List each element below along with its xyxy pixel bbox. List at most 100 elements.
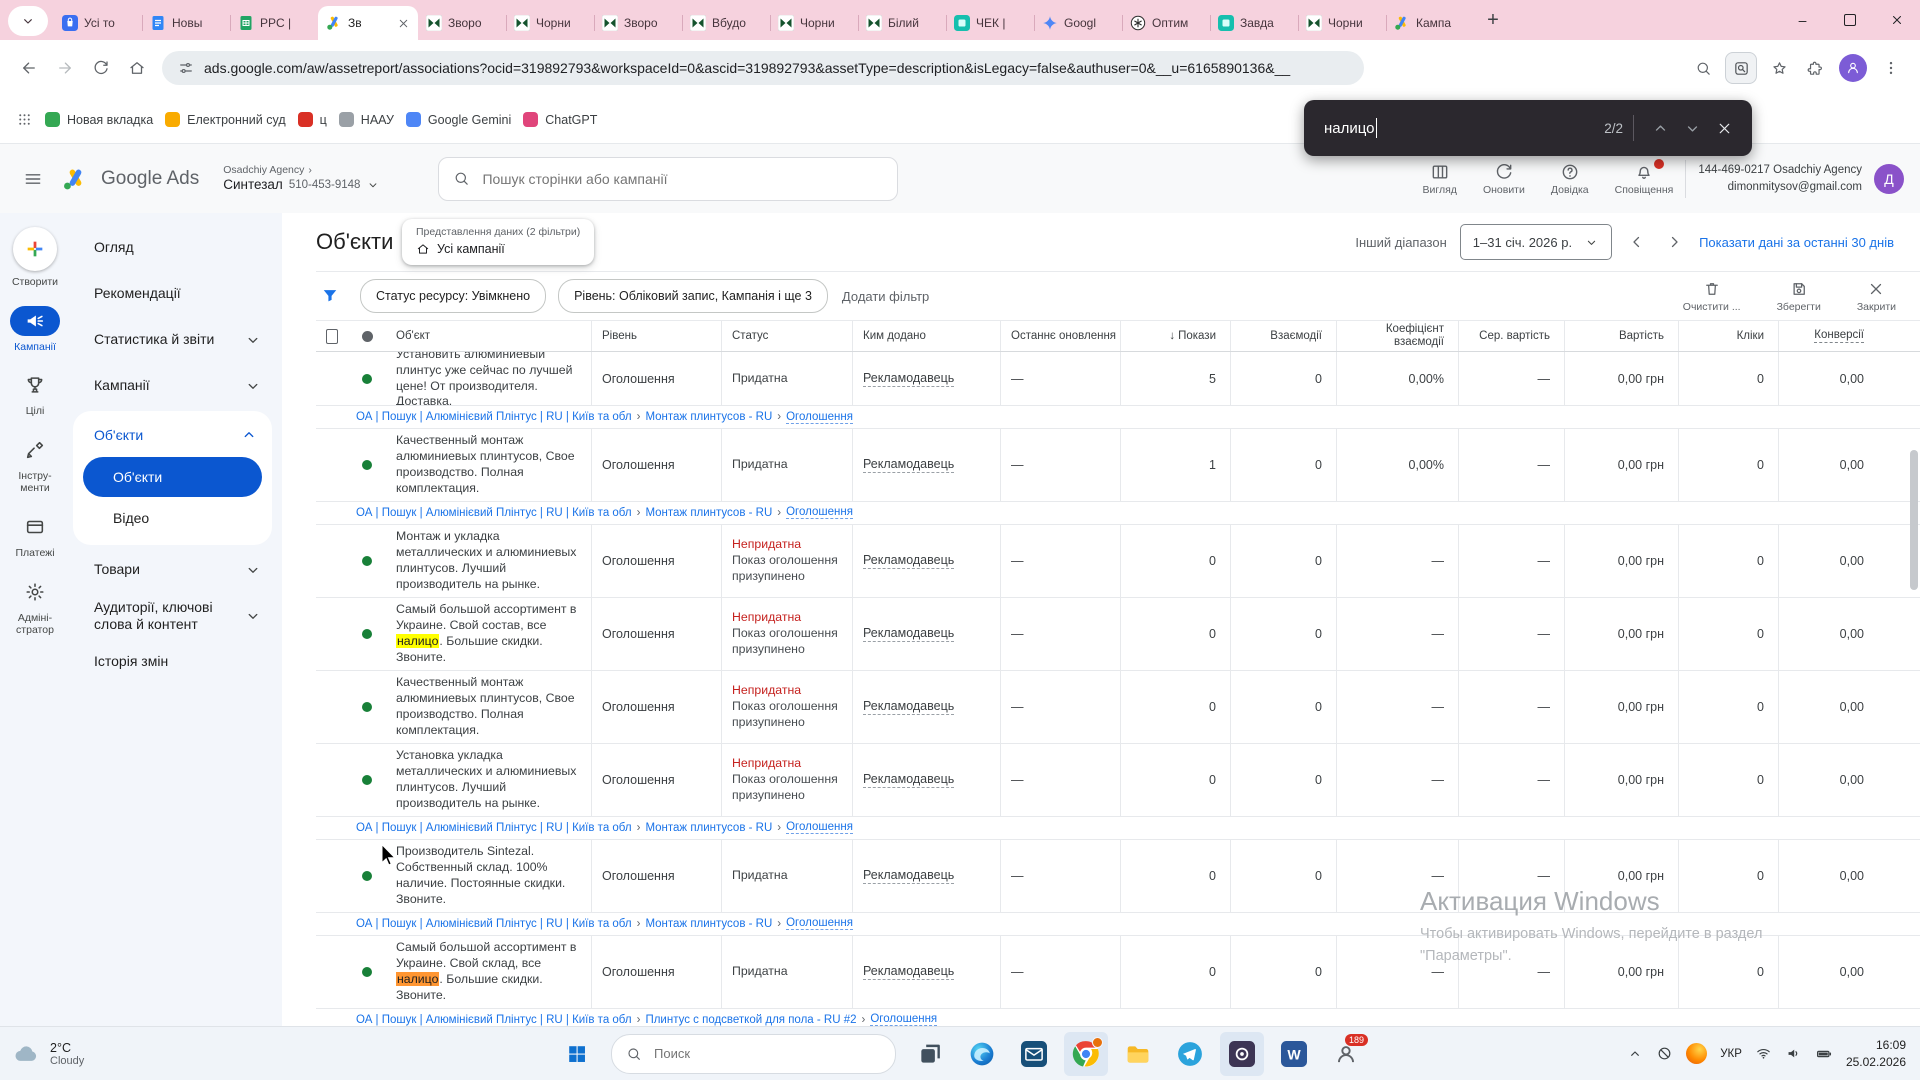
home-button[interactable] [120,51,154,85]
nav-subitem-selected[interactable]: Об'єкти [83,457,262,497]
col-conversions[interactable]: Конверсії [1778,321,1878,351]
browser-tab[interactable]: Googl [1034,6,1122,40]
breadcrumb-leaf-link[interactable]: Оголошення [786,411,853,424]
rail-item-card[interactable]: Платежі [10,512,60,560]
language-indicator[interactable]: УКР [1720,1048,1742,1060]
taskbar-app-capture[interactable] [1220,1032,1264,1076]
table-row[interactable]: Установить алюминиевый плинтус уже сейча… [316,352,1920,406]
tab-search-button[interactable] [8,6,48,36]
browser-menu-button[interactable] [1874,51,1908,85]
table-row[interactable]: Качественный монтаж алюминиевых плинтусо… [316,429,1920,502]
bookmark-item[interactable]: ц [298,112,327,127]
table-action-trash[interactable]: Очистити ... [1683,280,1741,313]
col-level[interactable]: Рівень [591,321,721,351]
taskbar-app-people[interactable]: 189 [1324,1032,1368,1076]
header-action-bell[interactable]: Сповіщення [1615,162,1674,196]
nav-item[interactable]: Статистика й звіти [70,317,282,363]
filter-chip[interactable]: Рівень: Обліковий запис, Кампанія і ще 3 [558,279,828,313]
lens-search-button[interactable] [1725,52,1757,84]
browser-tab[interactable]: Зворо [594,6,682,40]
select-all-checkbox[interactable] [326,329,338,344]
breadcrumb-campaign-link[interactable]: ОА | Пошук | Алюмінієвий Плінтус | RU | … [356,918,632,930]
table-action-save[interactable]: Зберегти [1777,280,1821,313]
browser-tab[interactable]: Завда [1210,6,1298,40]
browser-tab[interactable]: Чорни [506,6,594,40]
date-range-select[interactable]: 1–31 січ. 2026 р. [1460,224,1612,260]
taskbar-app-mail[interactable] [1012,1032,1056,1076]
nav-item[interactable]: Товари [70,547,282,593]
zoom-icon[interactable] [1686,51,1720,85]
breadcrumb-leaf-link[interactable]: Оголошення [870,1013,937,1026]
forward-button[interactable] [48,51,82,85]
previous-period-button[interactable] [1625,233,1649,251]
start-button[interactable] [557,1034,597,1074]
breadcrumb-campaign-link[interactable]: ОА | Пошук | Алюмінієвий Плінтус | RU | … [356,1014,632,1026]
added-by-link[interactable]: Рекламодавець [863,553,954,569]
nav-subitem[interactable]: Відео [73,497,272,539]
find-close-button[interactable] [1708,112,1740,144]
taskbar-app-edge[interactable] [960,1032,1004,1076]
table-action-close[interactable]: Закрити [1857,280,1896,313]
find-query-text[interactable]: налицо [1324,120,1375,137]
col-updated[interactable]: Останнє оновлення [1000,321,1120,351]
nav-item[interactable]: Огляд [70,225,282,271]
table-row[interactable]: Производитель Sintezal. Собственный скла… [316,840,1920,913]
col-impressions[interactable]: ↓Покази [1120,321,1230,351]
header-action-columns[interactable]: Вигляд [1423,162,1457,196]
find-in-page-bar[interactable]: налицо 2/2 [1304,100,1752,156]
taskbar-app-chrome[interactable] [1064,1032,1108,1076]
battery-icon[interactable] [1815,1045,1833,1063]
next-period-button[interactable] [1662,233,1686,251]
browser-tab[interactable]: Кампа [1386,6,1474,40]
tab-close-icon[interactable] [397,17,410,30]
col-status[interactable]: Статус [721,321,852,351]
header-action-refresh[interactable]: Оновити [1483,162,1525,196]
taskbar-app-explorer[interactable] [1116,1032,1160,1076]
browser-tab[interactable]: Усі то [54,6,142,40]
add-filter-button[interactable]: Додати фільтр [842,289,929,304]
find-previous-button[interactable] [1644,112,1676,144]
bookmark-item[interactable]: ChatGPT [523,112,597,127]
browser-tab[interactable]: ЧЕК | [946,6,1034,40]
breadcrumb-leaf-link[interactable]: Оголошення [786,821,853,834]
col-asset[interactable]: Об'єкт [386,321,591,351]
added-by-link[interactable]: Рекламодавець [863,371,954,387]
bookmark-star-button[interactable] [1762,51,1796,85]
ads-menu-button[interactable] [16,162,50,196]
ads-search-input[interactable] [480,170,883,188]
filter-funnel-icon[interactable] [320,286,340,306]
table-row[interactable]: Установка укладка металлических и алюмин… [316,744,1920,817]
vertical-scrollbar[interactable] [1910,450,1918,590]
apps-grid-icon[interactable] [16,111,33,128]
nav-item[interactable]: Кампанії [70,363,282,409]
col-interactions[interactable]: Взаємодії [1230,321,1336,351]
breadcrumb-campaign-link[interactable]: ОА | Пошук | Алюмінієвий Плінтус | RU | … [356,411,632,423]
added-by-link[interactable]: Рекламодавець [863,868,954,884]
nav-item[interactable]: Рекомендації [70,271,282,317]
taskbar-clock[interactable]: 16:09 25.02.2026 [1846,1037,1906,1069]
window-close-button[interactable] [1873,0,1920,40]
nav-item[interactable]: Історія змін [70,639,282,685]
added-by-link[interactable]: Рекламодавець [863,457,954,473]
table-row[interactable]: Качественный монтаж алюминиевых плинтусо… [316,671,1920,744]
added-by-link[interactable]: Рекламодавець [863,964,954,980]
new-tab-button[interactable]: + [1478,5,1508,35]
table-row[interactable]: Монтаж и укладка металлических и алюмини… [316,525,1920,598]
browser-tab[interactable]: Вбудо [682,6,770,40]
hidden-icons-chevron[interactable] [1627,1046,1643,1062]
breadcrumb-leaf-link[interactable]: Оголошення [786,917,853,930]
browser-profile-avatar[interactable] [1839,54,1867,82]
breadcrumb-leaf-link[interactable]: Оголошення [786,506,853,519]
added-by-link[interactable]: Рекламодавець [863,772,954,788]
filter-chip[interactable]: Статус ресурсу: Увімкнено [360,279,546,313]
browser-tab[interactable]: Новы [142,6,230,40]
added-by-link[interactable]: Рекламодавець [863,626,954,642]
rail-item-tools[interactable]: Інстру- менти [10,435,60,495]
address-bar[interactable]: ads.google.com/aw/assetreport/associatio… [162,51,1364,85]
browser-tab[interactable]: Чорни [1298,6,1386,40]
rail-item-gear[interactable]: Адміні- стратор [10,577,60,637]
bookmark-item[interactable]: Електронний суд [165,112,285,127]
reload-button[interactable] [84,51,118,85]
volume-icon[interactable] [1785,1045,1802,1062]
nav-group-header[interactable]: Об'єкти [73,413,272,457]
